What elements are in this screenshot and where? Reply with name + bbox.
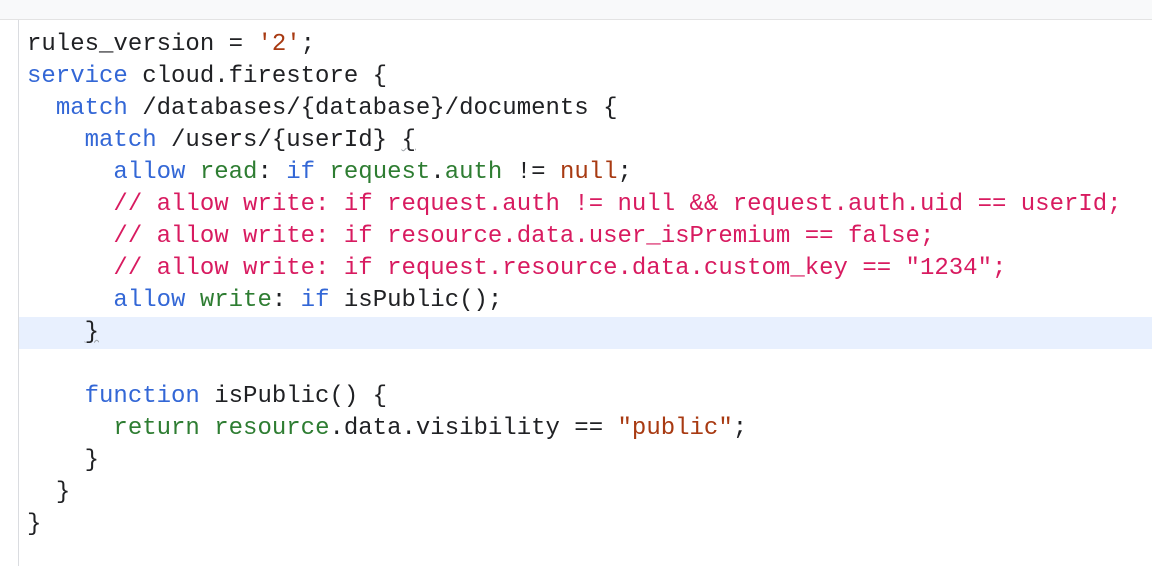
code-line[interactable]: } [19,317,1152,349]
code-token: request [329,159,431,186]
code-line[interactable]: allow write: if isPublic(); [19,285,1152,317]
code-token: isPublic(); [329,287,503,314]
code-line[interactable]: allow read: if request.auth != null; [19,157,1152,189]
code-token: { [401,127,416,154]
code-token: service [27,63,128,90]
code-token: . [430,159,445,186]
code-token: resource [214,415,330,442]
code-token: != [502,159,560,186]
code-token: allow [113,287,186,314]
code-token: write [199,287,272,314]
code-token: : [271,287,301,314]
code-line[interactable]: return resource.data.visibility == "publ… [19,413,1152,445]
code-line[interactable]: } [19,477,1152,509]
editor-top-bar [0,0,1152,20]
code-line[interactable] [19,349,1152,381]
code-token: null [559,159,618,186]
code-token: if [286,159,316,186]
code-token: "public" [617,415,733,442]
code-token: /users/{userId} [156,127,402,154]
code-token: ; [300,31,316,58]
code-line[interactable]: // allow write: if request.auth != null … [19,189,1152,221]
code-token: if [300,287,330,314]
code-line[interactable]: // allow write: if resource.data.user_is… [19,221,1152,253]
code-line[interactable]: match /users/{userId} { [19,125,1152,157]
code-line[interactable]: // allow write: if request.resource.data… [19,253,1152,285]
code-line[interactable]: } [19,509,1152,541]
code-line[interactable]: function isPublic() { [19,381,1152,413]
code-token: allow [113,159,186,186]
code-token: } [84,447,100,474]
code-token: read [199,159,258,186]
code-token: match [84,127,157,154]
code-line[interactable]: service cloud.firestore { [19,61,1152,93]
code-token: cloud.firestore { [127,63,388,90]
code-token: auth [444,159,503,186]
code-token: isPublic() { [199,383,388,410]
code-line[interactable]: match /databases/{database}/documents { [19,93,1152,125]
code-token: .data.visibility == [329,415,618,442]
code-token: } [27,511,42,538]
code-token: return [113,415,200,442]
code-token: } [84,319,100,346]
code-token: : [257,159,287,186]
code-token: /databases/{database}/documents { [127,95,618,122]
rules-editor[interactable]: rules_version = '2'; service cloud.firest… [18,20,1152,566]
code-token: // allow write: if request.auth != null … [113,191,1122,218]
code-line[interactable]: rules_version = '2'; [19,29,1152,61]
code-token: // allow write: if request.resource.data… [113,255,1007,282]
code-token: ; [732,415,748,442]
code-token: ; [617,159,632,186]
code-token: // allow write: if resource.data.user_is… [113,223,935,250]
code-token: match [55,95,128,122]
code-line[interactable]: } [19,445,1152,477]
code-token: } [55,479,71,506]
code-token: function [84,383,200,410]
code-token: rules_version = [27,31,258,58]
code-token: '2' [257,31,301,58]
code-area[interactable]: rules_version = '2'; service cloud.firest… [19,29,1152,541]
